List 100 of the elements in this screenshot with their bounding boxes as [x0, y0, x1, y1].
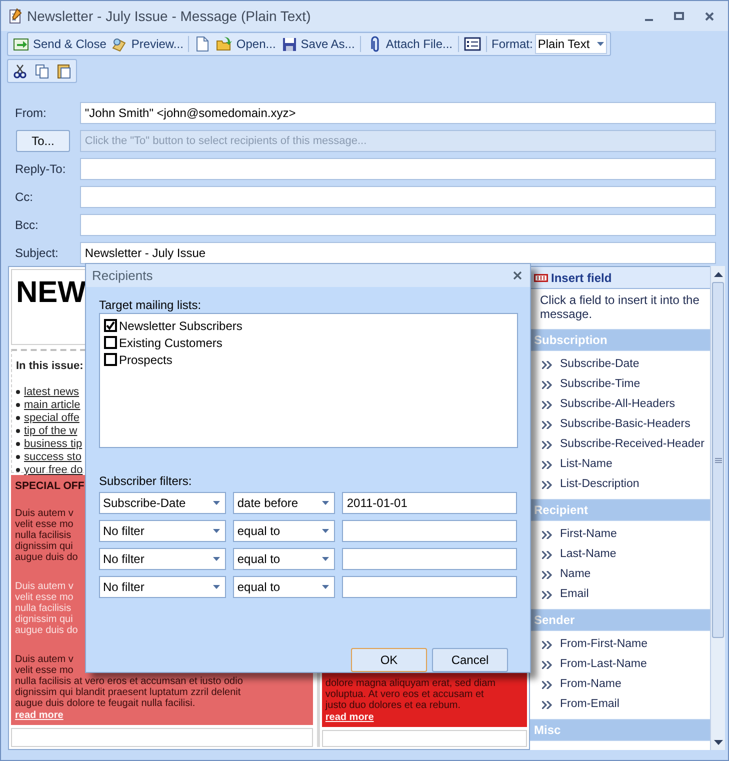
field-item[interactable]: Subscribe-Received-Header — [530, 435, 710, 455]
toolbar-button[interactable]: Open... — [214, 34, 278, 54]
input-field[interactable]: Newsletter - July Issue — [80, 242, 716, 264]
field-item[interactable]: From-First-Name — [530, 635, 710, 655]
field-item[interactable]: From-Name — [530, 675, 710, 695]
field-dropdown[interactable]: Subscribe-Date — [99, 492, 226, 514]
maximize-icon — [674, 12, 684, 20]
checkbox[interactable] — [104, 319, 117, 332]
field-label: From: — [15, 105, 48, 122]
operator-dropdown[interactable]: equal to — [233, 576, 335, 598]
dropdown-arrow-icon — [596, 42, 604, 46]
copy-icon — [34, 63, 50, 79]
double-chevron-icon — [542, 481, 552, 489]
double-chevron-icon — [542, 401, 552, 409]
field-item[interactable]: List-Name — [530, 455, 710, 475]
dialog-button[interactable]: Cancel — [432, 648, 508, 672]
input-field[interactable] — [80, 186, 716, 208]
notepad-icon — [7, 8, 23, 24]
to-button[interactable]: To... — [16, 130, 70, 152]
issue-link[interactable]: your free do — [24, 464, 83, 476]
field-dropdown[interactable]: No filter — [99, 576, 226, 598]
bullet-icon — [16, 429, 20, 433]
dropdown-arrow-icon — [322, 557, 329, 561]
issue-link[interactable]: business tip — [24, 438, 82, 450]
toolbar-button[interactable]: Send & Close — [11, 34, 108, 54]
close-icon — [704, 12, 714, 20]
field-dropdown[interactable]: No filter — [99, 548, 226, 570]
input-field[interactable] — [80, 214, 716, 236]
list-label: Newsletter Subscribers — [119, 318, 242, 334]
bullet-icon — [16, 403, 20, 407]
read-more-link[interactable]: read more — [325, 712, 374, 723]
double-chevron-icon — [542, 641, 552, 649]
grip-icon — [714, 458, 722, 462]
field-item[interactable]: Email — [530, 585, 710, 605]
issue-link[interactable]: main article — [24, 400, 80, 410]
clipboard-icon — [56, 63, 72, 79]
dropdown-arrow-icon — [322, 585, 329, 589]
lists-label: Target mailing lists: — [99, 297, 202, 312]
panel-title: Insert field — [551, 270, 612, 286]
value-field[interactable]: 2011-01-01 — [342, 492, 517, 514]
close-icon — [512, 271, 522, 280]
list-label: Prospects — [119, 352, 172, 368]
operator-dropdown[interactable]: equal to — [233, 520, 335, 542]
up-arrow-icon — [714, 272, 722, 276]
field-item[interactable]: From-Email — [530, 695, 710, 715]
issue-link[interactable]: special offe — [24, 412, 80, 424]
scissors-icon — [12, 63, 28, 79]
field-item[interactable]: Subscribe-Time — [530, 375, 710, 395]
double-chevron-icon — [542, 661, 552, 669]
double-chevron-icon — [542, 421, 552, 429]
issue-link[interactable]: latest news — [24, 386, 80, 398]
value-field[interactable] — [342, 548, 517, 570]
format-dropdown[interactable]: Plain Text — [534, 34, 607, 54]
field-item[interactable]: List-Description — [530, 475, 710, 495]
field-item[interactable]: Name — [530, 565, 710, 585]
double-chevron-icon — [542, 361, 552, 369]
masthead-title: NEW — [16, 278, 86, 308]
toolbar-button[interactable]: Preview... — [109, 34, 186, 54]
double-chevron-icon — [542, 461, 552, 469]
field-label: Reply-To: — [15, 161, 67, 178]
field-item[interactable]: Subscribe-Date — [530, 355, 710, 375]
double-chevron-icon — [542, 551, 552, 559]
issue-link[interactable]: tip of the w — [24, 426, 78, 436]
value-field[interactable] — [342, 520, 517, 542]
checkmark-icon — [106, 321, 115, 330]
offer-paragraph: dolore magna aliquyam erat, sed diam voluptua. At vero eos et accusam et justo duo dolores et ea rebum. — [325, 678, 496, 711]
field-dropdown[interactable]: No filter — [99, 520, 226, 542]
offer-heading: SPECIAL OFF — [15, 481, 84, 492]
checkbox[interactable] — [104, 336, 117, 349]
toolbar-button[interactable]: Save As... — [278, 34, 357, 54]
input-field[interactable]: "John Smith" <john@somedomain.xyz> — [80, 102, 716, 124]
field-item[interactable]: Subscribe-All-Headers — [530, 395, 710, 415]
issue-heading: In this issue: — [16, 359, 84, 374]
offer-paragraph: Duis autem v velit esse mo nulla facilisis dignissim qui augue duis do — [15, 581, 78, 636]
bullet-icon — [16, 390, 20, 394]
operator-dropdown[interactable]: date before — [233, 492, 335, 514]
fields-icon — [534, 274, 548, 282]
dropdown-arrow-icon — [213, 501, 220, 505]
input-field[interactable] — [80, 158, 716, 180]
scrollbar-thumb[interactable] — [712, 282, 724, 638]
value-field[interactable] — [342, 576, 517, 598]
checkbox[interactable] — [104, 353, 117, 366]
bullet-icon — [16, 416, 20, 420]
toolbar-button[interactable]: Attach File... — [364, 34, 455, 54]
double-chevron-icon — [542, 381, 552, 389]
dialog-button[interactable]: OK — [351, 648, 427, 672]
bullet-icon — [16, 455, 20, 459]
field-item[interactable]: Last-Name — [530, 545, 710, 565]
dropdown-arrow-icon — [322, 501, 329, 505]
floppy-icon — [280, 36, 298, 52]
field-item[interactable]: First-Name — [530, 525, 710, 545]
double-chevron-icon — [542, 531, 552, 539]
field-item[interactable]: From-Last-Name — [530, 655, 710, 675]
bullet-icon — [16, 442, 20, 446]
field-item[interactable]: Subscribe-Basic-Headers — [530, 415, 710, 435]
folder-icon — [216, 36, 234, 52]
issue-link[interactable]: success sto — [24, 452, 82, 462]
format-label: Format: — [492, 36, 533, 53]
operator-dropdown[interactable]: equal to — [233, 548, 335, 570]
bullet-icon — [16, 468, 20, 472]
